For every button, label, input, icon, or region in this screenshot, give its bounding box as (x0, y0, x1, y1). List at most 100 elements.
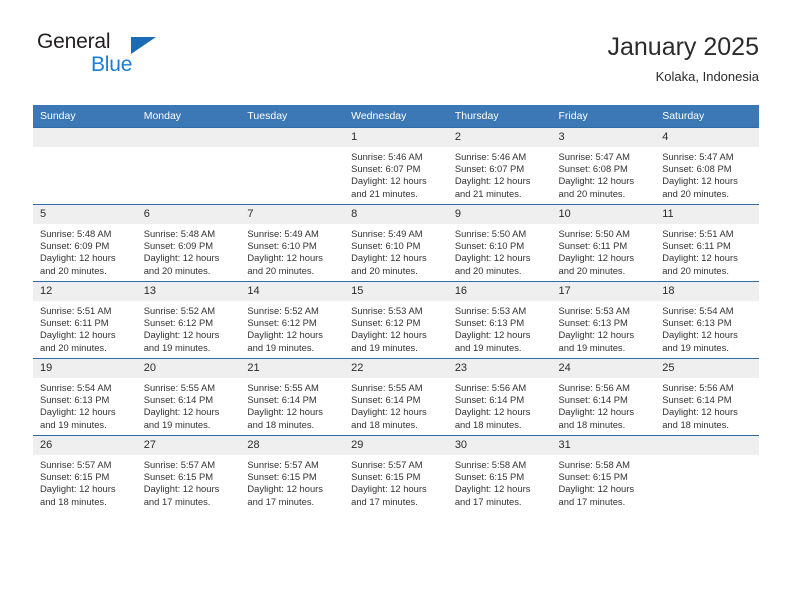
calendar-day-cell[interactable]: 23 Sunrise: 5:56 AM Sunset: 6:14 PM Dayligh… (447, 358, 552, 436)
sunrise-text: Sunrise: 5:58 AM (454, 459, 527, 470)
weekday-header-tuesday: Tuesday (240, 105, 345, 128)
day-cell-content: 27 Sunrise: 5:57 AM Sunset: 6:15 PM Dayligh… (136, 436, 241, 512)
day-cell-content: 20 Sunrise: 5:55 AM Sunset: 6:14 PM Dayligh… (136, 359, 241, 435)
day-sun-info: Sunrise: 5:51 AM Sunset: 6:11 PM Daylight:… (655, 224, 759, 277)
sunrise-text: Sunrise: 5:47 AM (662, 151, 734, 162)
daylight-text: Daylight: 12 hours and 17 minutes. (351, 483, 427, 507)
daylight-text: Daylight: 12 hours and 17 minutes. (558, 483, 635, 507)
day-sun-info: Sunrise: 5:55 AM Sunset: 6:14 PM Daylight:… (240, 378, 344, 431)
calendar-day-cell[interactable]: 5 Sunrise: 5:48 AM Sunset: 6:09 PM Daylight… (33, 204, 137, 282)
day-sun-info: Sunrise: 5:53 AM Sunset: 6:13 PM Daylight:… (552, 301, 656, 354)
daylight-text: Daylight: 12 hours and 19 minutes. (558, 329, 635, 353)
daylight-text: Daylight: 12 hours and 19 minutes. (143, 406, 220, 430)
sunset-text: Sunset: 6:11 PM (40, 317, 109, 329)
sunset-text: Sunset: 6:07 PM (454, 163, 525, 175)
sunrise-text: Sunrise: 5:54 AM (40, 382, 112, 393)
day-cell-content: 31 Sunrise: 5:58 AM Sunset: 6:15 PM Dayligh… (551, 436, 656, 512)
calendar-table: Sunday Monday Tuesday Wednesday Thursday Frid… (33, 105, 759, 512)
calendar-day-cell[interactable]: 4 Sunrise: 5:47 AM Sunset: 6:08 PM Daylight… (655, 127, 759, 205)
daylight-text: Daylight: 12 hours and 20 minutes. (247, 252, 323, 276)
calendar-day-cell[interactable]: 14 Sunrise: 5:52 AM Sunset: 6:12 PM Dayligh… (240, 281, 345, 359)
sunrise-text: Sunrise: 5:46 AM (454, 151, 527, 162)
calendar-day-cell[interactable]: 1 Sunrise: 5:46 AM Sunset: 6:07 PM Daylight… (344, 127, 448, 205)
calendar-day-cell[interactable]: 19 Sunrise: 5:54 AM Sunset: 6:13 PM Dayligh… (33, 358, 137, 436)
calendar-day-cell[interactable]: 26 Sunrise: 5:57 AM Sunset: 6:15 PM Dayligh… (33, 435, 137, 512)
calendar-day-cell[interactable]: 21 Sunrise: 5:55 AM Sunset: 6:14 PM Dayligh… (240, 358, 345, 436)
calendar-day-cell[interactable]: 11 Sunrise: 5:51 AM Sunset: 6:11 PM Dayligh… (655, 204, 759, 282)
weekday-header-friday: Friday (551, 105, 656, 128)
calendar-day-cell[interactable]: 15 Sunrise: 5:53 AM Sunset: 6:12 PM Dayligh… (344, 281, 448, 359)
day-sun-info: Sunrise: 5:50 AM Sunset: 6:10 PM Daylight:… (448, 224, 552, 277)
day-cell-content: 14 Sunrise: 5:52 AM Sunset: 6:12 PM Dayligh… (240, 282, 345, 358)
calendar-day-cell[interactable]: 10 Sunrise: 5:50 AM Sunset: 6:11 PM Dayligh… (551, 204, 656, 282)
calendar-body: 1 Sunrise: 5:46 AM Sunset: 6:07 PM Daylight… (33, 127, 759, 512)
calendar-week-row: 1 Sunrise: 5:46 AM Sunset: 6:07 PM Daylight… (33, 127, 759, 205)
sunrise-text: Sunrise: 5:48 AM (40, 228, 112, 239)
day-number: 29 (344, 436, 448, 455)
sunrise-text: Sunrise: 5:54 AM (662, 305, 734, 316)
day-number: 15 (344, 282, 448, 301)
day-number: 28 (240, 436, 345, 455)
calendar-day-cell[interactable]: 20 Sunrise: 5:55 AM Sunset: 6:14 PM Dayligh… (136, 358, 241, 436)
day-number: 30 (447, 436, 552, 455)
calendar-day-cell[interactable]: 7 Sunrise: 5:49 AM Sunset: 6:10 PM Daylight… (240, 204, 345, 282)
calendar-day-cell[interactable]: 9 Sunrise: 5:50 AM Sunset: 6:10 PM Daylight… (447, 204, 552, 282)
sunrise-text: Sunrise: 5:52 AM (143, 305, 216, 316)
day-number: 12 (33, 282, 137, 301)
daylight-text: Daylight: 12 hours and 20 minutes. (454, 252, 531, 276)
sunset-text: Sunset: 6:11 PM (558, 240, 628, 252)
day-sun-info: Sunrise: 5:54 AM Sunset: 6:13 PM Daylight:… (33, 378, 137, 431)
calendar-day-cell[interactable]: 25 Sunrise: 5:56 AM Sunset: 6:14 PM Dayligh… (655, 358, 759, 436)
calendar-day-cell[interactable]: 12 Sunrise: 5:51 AM Sunset: 6:11 PM Dayligh… (33, 281, 137, 359)
sunrise-text: Sunrise: 5:47 AM (558, 151, 630, 162)
calendar-day-cell[interactable]: 22 Sunrise: 5:55 AM Sunset: 6:14 PM Dayligh… (344, 358, 448, 436)
weekday-header-wednesday: Wednesday (344, 105, 448, 128)
sunset-text: Sunset: 6:10 PM (247, 240, 317, 252)
calendar-day-cell[interactable]: 3 Sunrise: 5:47 AM Sunset: 6:08 PM Daylight… (551, 127, 656, 205)
sunset-text: Sunset: 6:15 PM (558, 471, 628, 483)
sunset-text: Sunset: 6:10 PM (454, 240, 525, 252)
calendar-week-row: 5 Sunrise: 5:48 AM Sunset: 6:09 PM Daylight… (33, 204, 759, 282)
day-cell-content: 29 Sunrise: 5:57 AM Sunset: 6:15 PM Dayligh… (344, 436, 448, 512)
sunset-text: Sunset: 6:15 PM (247, 471, 317, 483)
day-number: 31 (551, 436, 656, 455)
calendar-day-cell[interactable]: 27 Sunrise: 5:57 AM Sunset: 6:15 PM Dayligh… (136, 435, 241, 512)
day-cell-content: 10 Sunrise: 5:50 AM Sunset: 6:11 PM Dayligh… (551, 205, 656, 281)
sunset-text: Sunset: 6:08 PM (558, 163, 628, 175)
calendar-day-cell[interactable]: 16 Sunrise: 5:53 AM Sunset: 6:13 PM Dayligh… (447, 281, 552, 359)
calendar-day-cell[interactable]: 24 Sunrise: 5:56 AM Sunset: 6:14 PM Dayligh… (551, 358, 656, 436)
sunrise-text: Sunrise: 5:58 AM (558, 459, 630, 470)
daylight-text: Daylight: 12 hours and 19 minutes. (143, 329, 220, 353)
day-cell-content: 21 Sunrise: 5:55 AM Sunset: 6:14 PM Dayligh… (240, 359, 345, 435)
day-sun-info: Sunrise: 5:57 AM Sunset: 6:15 PM Daylight:… (344, 455, 448, 508)
sunset-text: Sunset: 6:15 PM (40, 471, 110, 483)
calendar-day-cell[interactable]: 13 Sunrise: 5:52 AM Sunset: 6:12 PM Dayligh… (136, 281, 241, 359)
sunset-text: Sunset: 6:13 PM (40, 394, 110, 406)
calendar-day-cell[interactable]: 8 Sunrise: 5:49 AM Sunset: 6:10 PM Daylight… (344, 204, 448, 282)
calendar-header-row: Sunday Monday Tuesday Wednesday Thursday Frid… (33, 105, 759, 128)
calendar-day-cell[interactable]: 30 Sunrise: 5:58 AM Sunset: 6:15 PM Dayligh… (447, 435, 552, 512)
day-cell-content: 22 Sunrise: 5:55 AM Sunset: 6:14 PM Dayligh… (344, 359, 448, 435)
calendar-day-cell[interactable]: 17 Sunrise: 5:53 AM Sunset: 6:13 PM Dayligh… (551, 281, 656, 359)
calendar-day-cell[interactable]: 2 Sunrise: 5:46 AM Sunset: 6:07 PM Daylight… (447, 127, 552, 205)
weekday-header-thursday: Thursday (447, 105, 552, 128)
calendar-day-cell[interactable]: 28 Sunrise: 5:57 AM Sunset: 6:15 PM Dayligh… (240, 435, 345, 512)
daylight-text: Daylight: 12 hours and 18 minutes. (247, 406, 323, 430)
calendar-day-cell[interactable]: 31 Sunrise: 5:58 AM Sunset: 6:15 PM Dayligh… (551, 435, 656, 512)
day-cell-content: 9 Sunrise: 5:50 AM Sunset: 6:10 PM Daylight… (447, 205, 552, 281)
calendar-day-cell[interactable]: 18 Sunrise: 5:54 AM Sunset: 6:13 PM Dayligh… (655, 281, 759, 359)
calendar-week-row: 12 Sunrise: 5:51 AM Sunset: 6:11 PM Dayligh… (33, 281, 759, 359)
sunset-text: Sunset: 6:12 PM (351, 317, 421, 329)
calendar-cell-empty (655, 435, 759, 512)
calendar-day-cell[interactable]: 29 Sunrise: 5:57 AM Sunset: 6:15 PM Dayligh… (344, 435, 448, 512)
day-number: 11 (655, 205, 759, 224)
weekday-header-sunday: Sunday (33, 105, 137, 128)
sunset-text: Sunset: 6:14 PM (143, 394, 214, 406)
day-cell-content (655, 436, 759, 512)
day-number: 26 (33, 436, 137, 455)
day-sun-info: Sunrise: 5:46 AM Sunset: 6:07 PM Daylight:… (344, 147, 448, 200)
daylight-text: Daylight: 12 hours and 19 minutes. (247, 329, 323, 353)
calendar-day-cell[interactable]: 6 Sunrise: 5:48 AM Sunset: 6:09 PM Daylight… (136, 204, 241, 282)
sunset-text: Sunset: 6:07 PM (351, 163, 421, 175)
day-cell-content (33, 128, 137, 204)
